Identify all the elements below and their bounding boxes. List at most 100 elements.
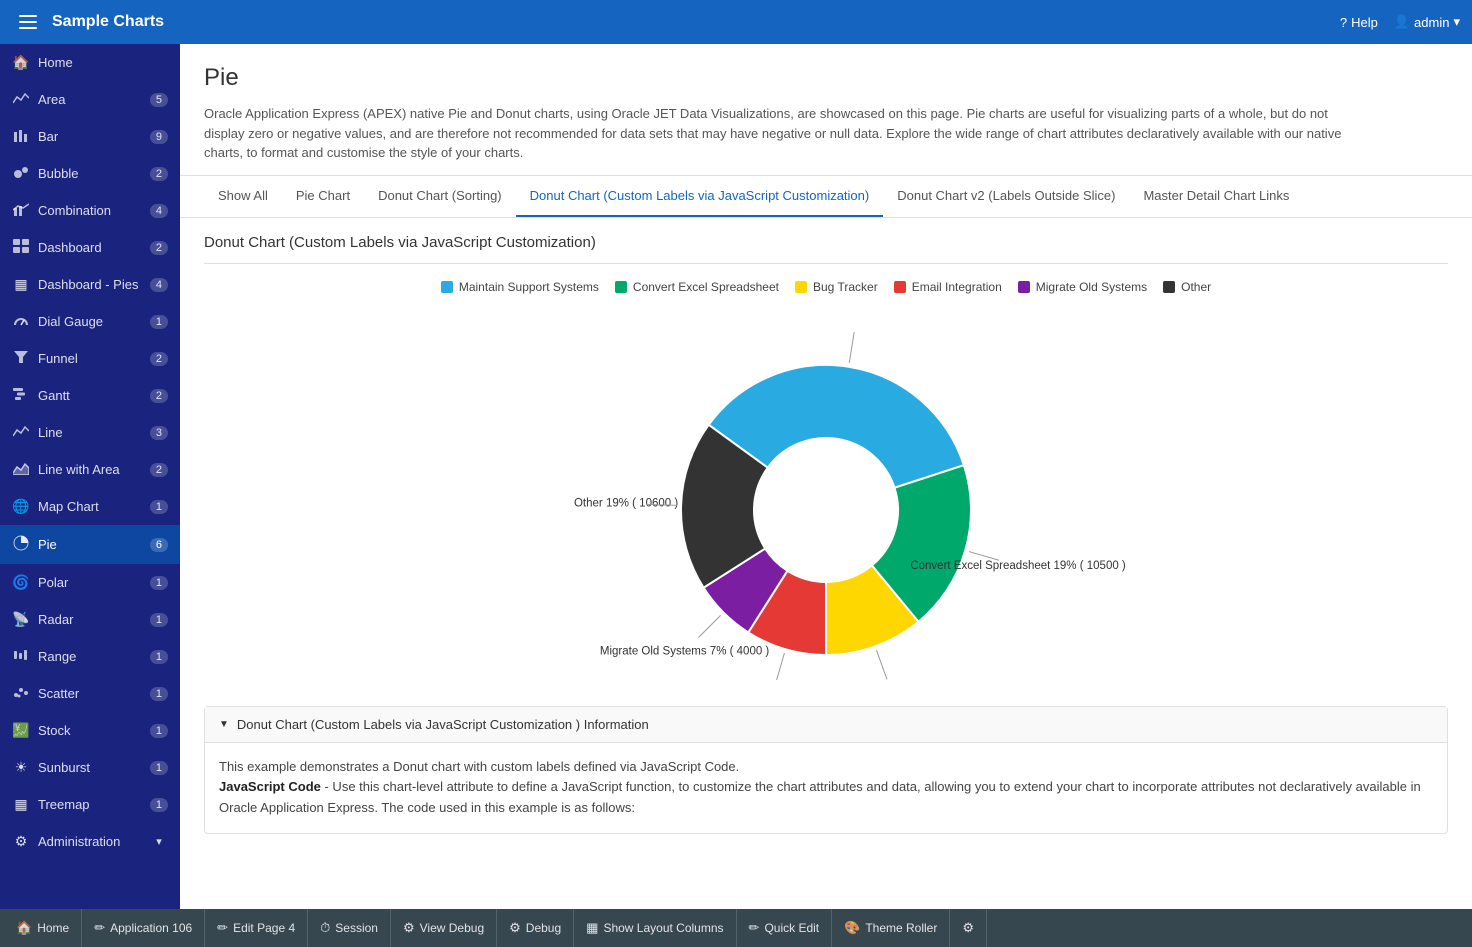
sidebar-item-line-area[interactable]: Line with Area 2 [0, 451, 180, 488]
tab-donut-sorting[interactable]: Donut Chart (Sorting) [364, 176, 516, 217]
sidebar-item-scatter[interactable]: Scatter 1 [0, 675, 180, 712]
bottom-edit-icon-app: ✏ [94, 920, 105, 936]
sidebar-item-gantt[interactable]: Gantt 2 [0, 377, 180, 414]
sidebar-item-radar[interactable]: 📡 Radar 1 [0, 601, 180, 638]
main-content: Pie Oracle Application Express (APEX) na… [180, 44, 1472, 909]
sidebar-item-dashboard-pies[interactable]: ▦ Dashboard - Pies 4 [0, 266, 180, 303]
legend-dot-migrate [1018, 281, 1030, 293]
bottom-home[interactable]: 🏠 Home [4, 909, 82, 947]
legend-migrate: Migrate Old Systems [1018, 280, 1147, 294]
bottom-application[interactable]: ✏ Application 106 [82, 909, 205, 947]
donut-chart-svg: Maintain Support Systems 35% ( 19500 )Co… [476, 320, 1176, 680]
sidebar-item-dial-gauge[interactable]: Dial Gauge 1 [0, 303, 180, 340]
legend-convert: Convert Excel Spreadsheet [615, 280, 779, 294]
funnel-icon [12, 350, 30, 367]
bottom-session-icon: ⏱ [320, 920, 330, 936]
bottom-debug-icon: ⚙ [509, 920, 521, 936]
tab-pie-chart[interactable]: Pie Chart [282, 176, 364, 217]
bottom-layout-icon: ▦ [586, 920, 598, 936]
chart-legend: Maintain Support Systems Convert Excel S… [204, 280, 1448, 294]
bottom-session[interactable]: ⏱ Session [308, 909, 391, 947]
sidebar-item-area[interactable]: Area 5 [0, 81, 180, 118]
tab-donut-v2[interactable]: Donut Chart v2 (Labels Outside Slice) [883, 176, 1129, 217]
legend-dot-email [894, 281, 906, 293]
tab-donut-custom[interactable]: Donut Chart (Custom Labels via JavaScrip… [516, 176, 884, 217]
dashboard-icon [12, 239, 30, 256]
sidebar-item-bar[interactable]: Bar 9 [0, 118, 180, 155]
sidebar-item-dashboard[interactable]: Dashboard 2 [0, 229, 180, 266]
help-link[interactable]: ? Help [1340, 15, 1378, 30]
sidebar-item-home[interactable]: 🏠 Home [0, 44, 180, 81]
user-icon: 👤 [1394, 14, 1410, 30]
sidebar-item-treemap[interactable]: ▦ Treemap 1 [0, 786, 180, 823]
stock-icon: 💹 [12, 722, 30, 739]
bottom-home-icon: 🏠 [16, 920, 32, 936]
bottom-show-layout[interactable]: ▦ Show Layout Columns [574, 909, 736, 947]
legend-other: Other [1163, 280, 1211, 294]
legend-maintain: Maintain Support Systems [441, 280, 599, 294]
info-line2-text: - Use this chart-level attribute to defi… [219, 779, 1421, 815]
layout: 🏠 Home Area 5 Bar 9 Bubble 2 [0, 44, 1472, 909]
sidebar-item-funnel[interactable]: Funnel 2 [0, 340, 180, 377]
bubble-icon [12, 165, 30, 182]
sidebar-item-stock[interactable]: 💹 Stock 1 [0, 712, 180, 749]
hamburger-button[interactable] [12, 6, 44, 38]
bottom-edit-icon-page: ✏ [217, 920, 228, 936]
svg-text:Convert Excel Spreadsheet 19%: Convert Excel Spreadsheet 19% ( 10500 ) [910, 559, 1126, 571]
combination-icon [12, 202, 30, 219]
sidebar-item-map-chart[interactable]: 🌐 Map Chart 1 [0, 488, 180, 525]
sidebar-item-bubble[interactable]: Bubble 2 [0, 155, 180, 192]
sidebar-item-pie[interactable]: Pie 6 [0, 525, 180, 564]
info-line2-label: JavaScript Code [219, 779, 321, 794]
map-chart-icon: 🌐 [12, 498, 30, 515]
collapse-icon: ▼ [219, 719, 229, 730]
nav-right: ? Help 👤 admin ▾ [1340, 14, 1460, 30]
user-menu[interactable]: 👤 admin ▾ [1394, 14, 1460, 30]
info-line1: This example demonstrates a Donut chart … [219, 757, 1433, 778]
page-description: Oracle Application Express (APEX) native… [204, 104, 1344, 163]
sidebar-item-combination[interactable]: Combination 4 [0, 192, 180, 229]
pie-icon [12, 535, 30, 554]
sidebar-item-line[interactable]: Line 3 [0, 414, 180, 451]
sidebar-item-range[interactable]: Range 1 [0, 638, 180, 675]
sidebar-item-sunburst[interactable]: ☀ Sunburst 1 [0, 749, 180, 786]
app-title: Sample Charts [52, 13, 1340, 31]
bottom-theme-icon: 🎨 [844, 920, 860, 936]
line-area-icon [12, 461, 30, 478]
administration-icon: ⚙ [12, 833, 30, 850]
bottom-settings-icon: ⚙ [962, 920, 974, 936]
legend-dot-maintain [441, 281, 453, 293]
area-icon [12, 91, 30, 108]
range-icon [12, 648, 30, 665]
info-line2: JavaScript Code - Use this chart-level a… [219, 777, 1433, 819]
sidebar: 🏠 Home Area 5 Bar 9 Bubble 2 [0, 44, 180, 909]
bottom-debug[interactable]: ⚙ Debug [497, 909, 574, 947]
legend-dot-bug [795, 281, 807, 293]
bottom-settings[interactable]: ⚙ [950, 909, 987, 947]
line-icon [12, 424, 30, 441]
sidebar-item-administration[interactable]: ⚙ Administration ▾ [0, 823, 180, 860]
svg-text:Migrate Old Systems 7% ( 4000: Migrate Old Systems 7% ( 4000 ) [600, 645, 770, 657]
tabs-container: Show All Pie Chart Donut Chart (Sorting)… [180, 176, 1472, 218]
info-body: This example demonstrates a Donut chart … [205, 743, 1447, 833]
gantt-icon [12, 387, 30, 404]
legend-dot-convert [615, 281, 627, 293]
page-header: Pie Oracle Application Express (APEX) na… [180, 44, 1472, 176]
info-title: Donut Chart (Custom Labels via JavaScrip… [237, 717, 649, 732]
bottom-view-debug[interactable]: ⚙ View Debug [391, 909, 497, 947]
dial-gauge-icon [12, 313, 30, 330]
bottom-edit-page[interactable]: ✏ Edit Page 4 [205, 909, 308, 947]
top-nav: Sample Charts ? Help 👤 admin ▾ [0, 0, 1472, 44]
sidebar-item-polar[interactable]: 🌀 Polar 1 [0, 564, 180, 601]
tab-show-all[interactable]: Show All [204, 176, 282, 217]
tab-master-detail[interactable]: Master Detail Chart Links [1129, 176, 1303, 217]
bottom-quick-edit[interactable]: ✏ Quick Edit [737, 909, 833, 947]
bar-icon [12, 128, 30, 145]
bottom-theme-roller[interactable]: 🎨 Theme Roller [832, 909, 950, 947]
info-header[interactable]: ▼ Donut Chart (Custom Labels via JavaScr… [205, 707, 1447, 743]
bottom-bar: 🏠 Home ✏ Application 106 ✏ Edit Page 4 ⏱… [0, 909, 1472, 947]
sunburst-icon: ☀ [12, 759, 30, 776]
svg-text:Other 19% ( 10600 ): Other 19% ( 10600 ) [574, 497, 678, 509]
help-icon: ? [1340, 15, 1347, 30]
dashboard-pies-icon: ▦ [12, 276, 30, 293]
